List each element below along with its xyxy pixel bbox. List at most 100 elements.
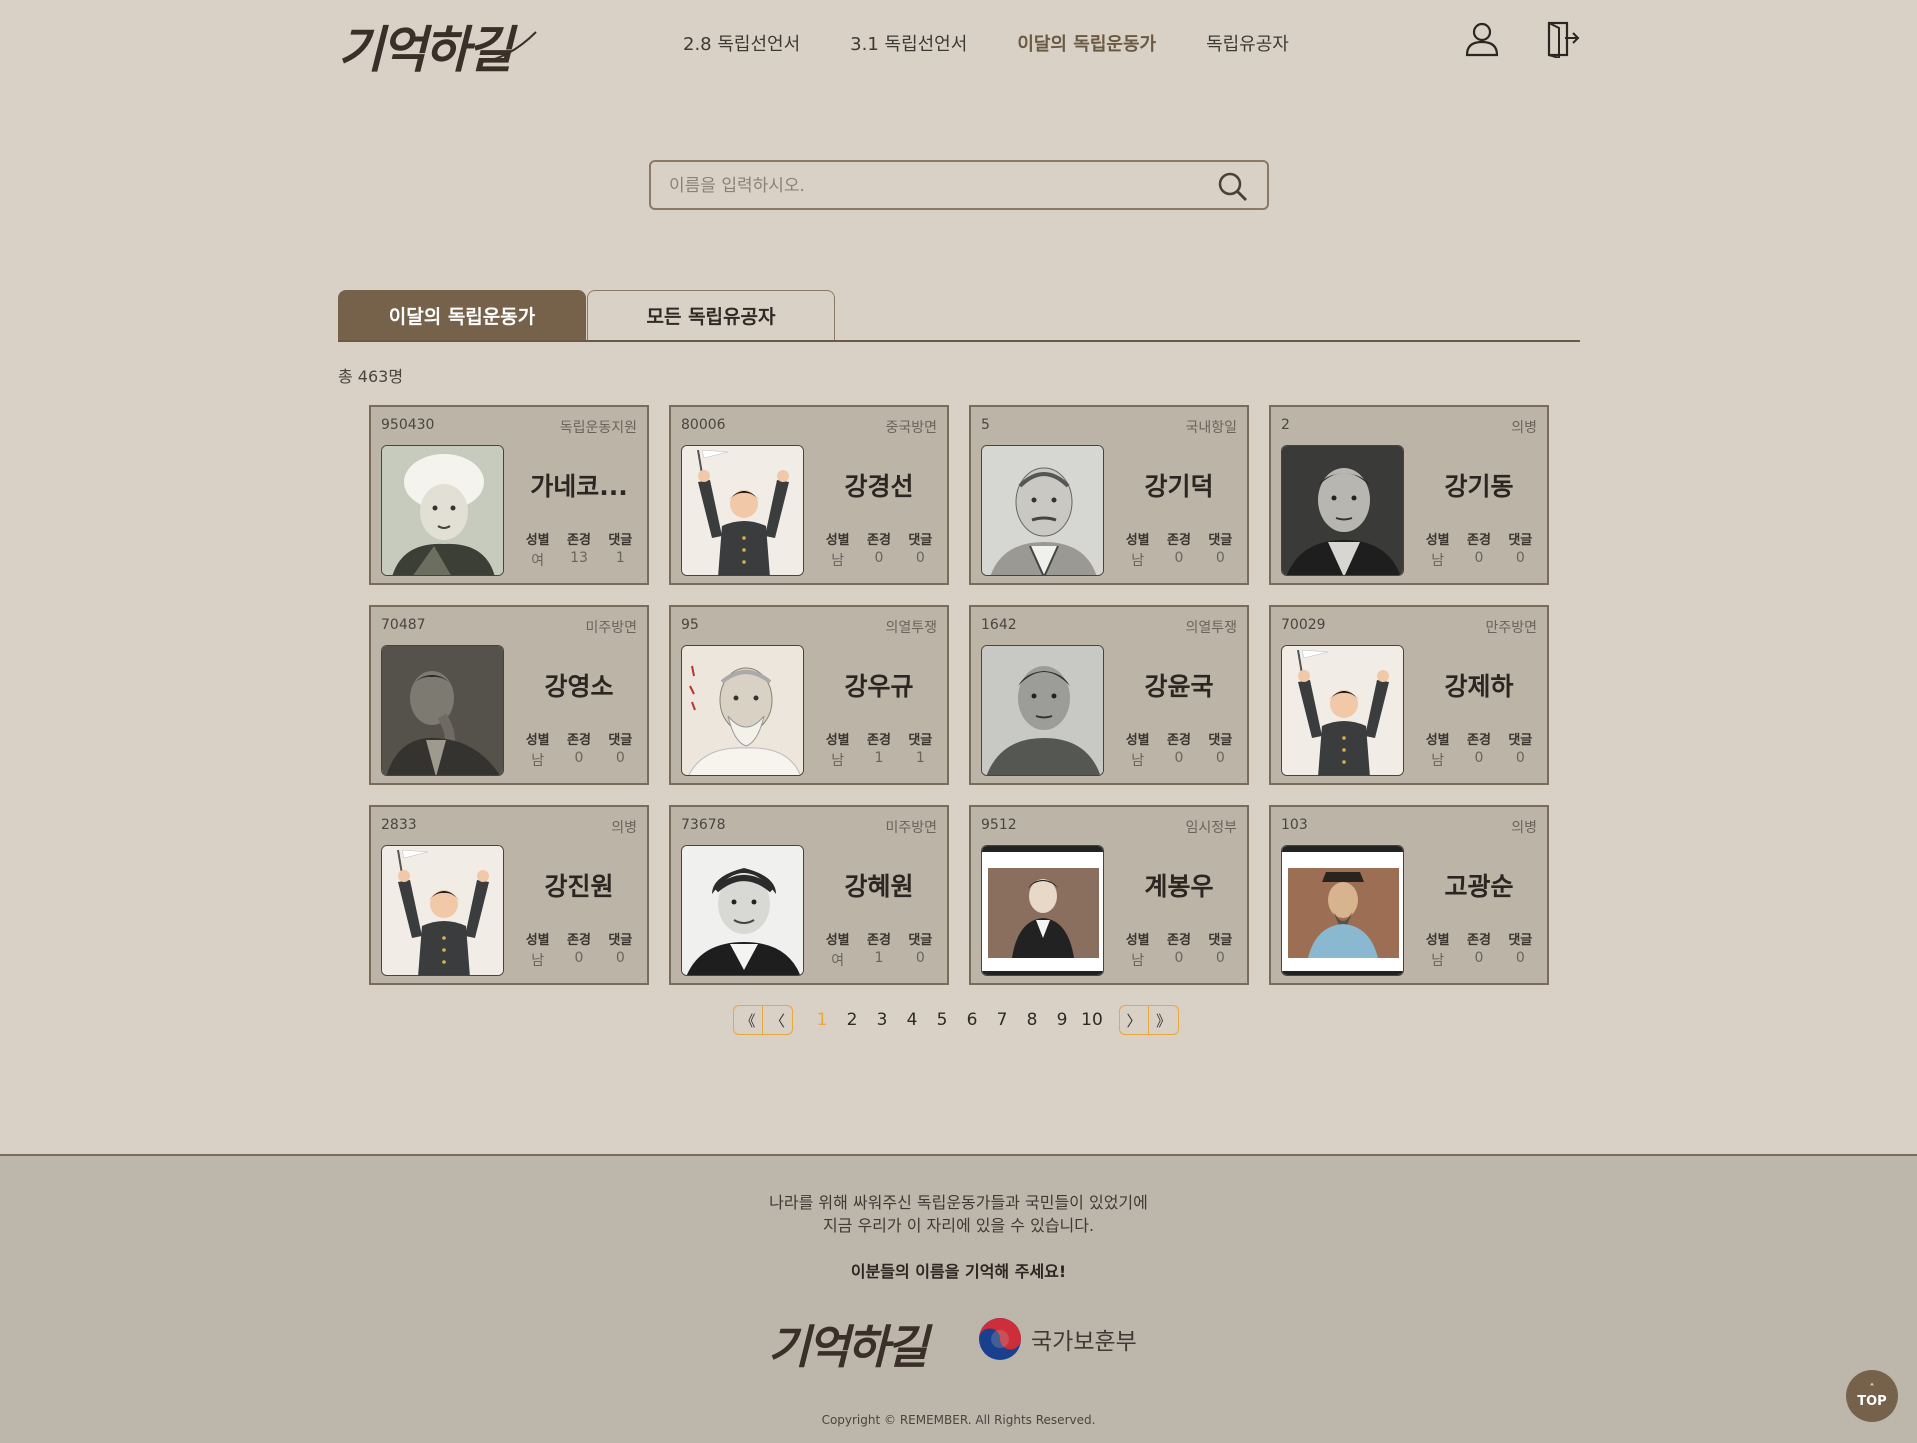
activist-photo <box>981 645 1104 776</box>
prev-page-button[interactable]: 〈 <box>763 1005 793 1035</box>
stat-label-gender: 성별 <box>1425 733 1450 748</box>
stat-label-respect: 존경 <box>567 533 591 548</box>
stat-comments: 0 <box>915 950 925 966</box>
stat-gender: 남 <box>831 553 845 569</box>
stat-label-gender: 성별 <box>525 733 550 748</box>
page-link[interactable]: 2 <box>837 1010 867 1030</box>
stat-comments: 0 <box>1215 950 1225 966</box>
card-stats: 성별 남 존경 0 댓글 0 <box>1117 729 1241 770</box>
card-id: 9512 <box>981 817 1017 833</box>
stat-comments: 0 <box>1515 750 1525 766</box>
card-stats: 성별 남 존경 0 댓글 0 <box>517 729 641 770</box>
activist-card[interactable]: 103 의병 고광순 성별 남 존경 0 댓글 0 <box>1269 805 1549 985</box>
card-id: 103 <box>1281 817 1308 833</box>
stat-label-respect: 존경 <box>567 733 591 748</box>
activist-photo <box>681 645 804 776</box>
search-box <box>649 160 1269 210</box>
activist-card[interactable]: 2 의병 강기동 성별 남 존경 0 댓글 0 <box>1269 405 1549 585</box>
stat-label-respect: 존경 <box>1467 733 1491 748</box>
activist-name: 강영소 <box>544 672 614 701</box>
card-category: 국내항일 <box>1185 420 1237 436</box>
activist-card[interactable]: 95 의열투쟁 강우규 성별 남 존경 1 댓글 1 <box>669 605 949 785</box>
activist-card[interactable]: 70029 만주방면 강제하 성별 남 존경 0 댓글 0 <box>1269 605 1549 785</box>
stat-respect: 0 <box>1174 950 1184 966</box>
page-link[interactable]: 10 <box>1077 1010 1107 1030</box>
stat-gender: 남 <box>1131 753 1145 769</box>
taegeuk-icon <box>979 1318 1021 1360</box>
card-stats: 성별 남 존경 0 댓글 0 <box>817 529 941 570</box>
page-link[interactable]: 8 <box>1017 1010 1047 1030</box>
card-stats: 성별 남 존경 0 댓글 0 <box>517 929 641 970</box>
page-link[interactable]: 1 <box>807 1010 837 1030</box>
tab-monthly-activist[interactable]: 이달의 독립운동가 <box>338 290 586 340</box>
first-page-button[interactable]: 《 <box>733 1005 763 1035</box>
stat-comments: 0 <box>615 950 625 966</box>
stat-respect: 0 <box>874 550 884 566</box>
footer-emphasis: 이분들의 이름을 기억해 주세요! <box>850 1262 1067 1281</box>
stat-label-comment: 댓글 <box>608 933 633 948</box>
stat-label-gender: 성별 <box>825 733 850 748</box>
stat-label-respect: 존경 <box>867 933 891 948</box>
last-page-button[interactable]: 》 <box>1149 1005 1179 1035</box>
page-link[interactable]: 9 <box>1047 1010 1077 1030</box>
card-id: 95 <box>681 617 699 633</box>
activist-card[interactable]: 5 국내항일 강기덕 성별 남 존경 0 댓글 0 <box>969 405 1249 585</box>
stat-comments: 1 <box>915 750 925 766</box>
card-id: 73678 <box>681 817 726 833</box>
page-link[interactable]: 5 <box>927 1010 957 1030</box>
stat-gender: 남 <box>531 753 545 769</box>
next-page-button[interactable]: 〉 <box>1119 1005 1149 1035</box>
activist-name: 강제하 <box>1444 672 1514 701</box>
stat-label-respect: 존경 <box>867 533 891 548</box>
activist-card[interactable]: 73678 미주방면 강혜원 성별 여 존경 1 댓글 0 <box>669 805 949 985</box>
tab-all-patriots[interactable]: 모든 독립유공자 <box>587 290 835 340</box>
page-link[interactable]: 7 <box>987 1010 1017 1030</box>
activist-card[interactable]: 70487 미주방면 강영소 성별 남 존경 0 댓글 0 <box>369 605 649 785</box>
activist-card[interactable]: 9512 임시정부 계봉우 성별 남 존경 0 댓글 0 <box>969 805 1249 985</box>
partner-name: 국가보훈부 <box>1031 1329 1137 1355</box>
stat-gender: 남 <box>1431 753 1445 769</box>
activist-grid: 950430 독립운동지원 가네코... 성별 여 존경 13 댓글 1 80006 … <box>369 405 1550 985</box>
stat-label-comment: 댓글 <box>908 933 933 948</box>
stat-gender: 남 <box>1131 953 1145 969</box>
page-link[interactable]: 4 <box>897 1010 927 1030</box>
stat-label-comment: 댓글 <box>1508 933 1533 948</box>
stat-comments: 0 <box>1515 550 1525 566</box>
activist-card[interactable]: 1642 의열투쟁 강윤국 성별 남 존경 0 댓글 0 <box>969 605 1249 785</box>
stat-respect: 0 <box>574 750 584 766</box>
card-category: 의병 <box>1511 820 1537 836</box>
card-category: 중국방면 <box>885 420 937 436</box>
stat-label-gender: 성별 <box>1125 533 1150 548</box>
main-nav: 2.8 독립선언서 3.1 독립선언서 이달의 독립운동가 독립유공자 <box>683 30 1339 56</box>
search-icon[interactable] <box>1217 171 1249 203</box>
logout-icon[interactable] <box>1545 20 1581 58</box>
chevron-up-icon: ˄ <box>1869 1382 1875 1394</box>
card-category: 의열투쟁 <box>885 620 937 636</box>
card-id: 2833 <box>381 817 417 833</box>
stat-respect: 0 <box>1474 950 1484 966</box>
activist-name: 강기덕 <box>1144 472 1214 501</box>
scroll-top-button[interactable]: ˄ TOP <box>1846 1370 1898 1422</box>
stat-gender: 남 <box>1431 553 1445 569</box>
search-input[interactable] <box>669 172 1189 200</box>
page-link[interactable]: 3 <box>867 1010 897 1030</box>
user-icon[interactable] <box>1464 20 1500 58</box>
stat-label-comment: 댓글 <box>1508 533 1533 548</box>
nav-item-monthly-activist[interactable]: 이달의 독립운동가 <box>1017 30 1156 56</box>
card-category: 임시정부 <box>1185 820 1237 836</box>
stat-label-gender: 성별 <box>825 933 850 948</box>
card-stats: 성별 남 존경 0 댓글 0 <box>1417 929 1541 970</box>
stat-label-gender: 성별 <box>525 933 550 948</box>
stat-respect: 13 <box>570 550 588 566</box>
activist-name: 강기동 <box>1444 472 1514 501</box>
nav-item-28-declaration[interactable]: 2.8 독립선언서 <box>683 30 800 56</box>
nav-item-31-declaration[interactable]: 3.1 독립선언서 <box>850 30 967 56</box>
activist-card[interactable]: 2833 의병 강진원 성별 남 존경 0 댓글 0 <box>369 805 649 985</box>
activist-card[interactable]: 80006 중국방면 강경선 성별 남 존경 0 댓글 0 <box>669 405 949 585</box>
page-link[interactable]: 6 <box>957 1010 987 1030</box>
activist-card[interactable]: 950430 독립운동지원 가네코... 성별 여 존경 13 댓글 1 <box>369 405 649 585</box>
nav-item-patriots[interactable]: 독립유공자 <box>1206 30 1289 56</box>
stat-comments: 1 <box>615 550 625 566</box>
stat-label-respect: 존경 <box>1167 533 1191 548</box>
stat-respect: 1 <box>874 950 884 966</box>
